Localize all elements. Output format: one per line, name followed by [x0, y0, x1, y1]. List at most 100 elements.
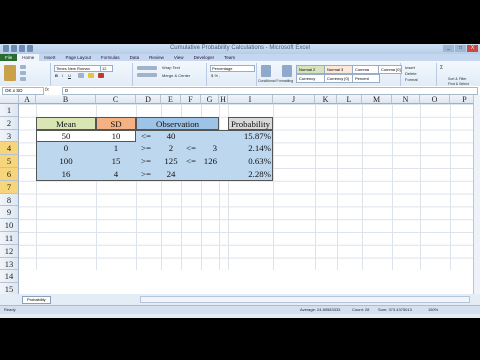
align-top-icon[interactable]: [137, 66, 157, 70]
row-header-2[interactable]: 2: [0, 116, 19, 130]
format-as-table-icon[interactable]: [282, 65, 292, 77]
row-header-8[interactable]: 8: [0, 193, 19, 207]
row-header-9[interactable]: 9: [0, 206, 19, 220]
tab-page-layout[interactable]: Page Layout: [61, 54, 96, 61]
row-header-11[interactable]: 11: [0, 232, 19, 245]
bold-button[interactable]: B: [55, 73, 58, 78]
select-all-corner[interactable]: [0, 95, 19, 104]
format-cells-button[interactable]: Format: [405, 77, 418, 82]
sd-header-cell[interactable]: SD: [96, 116, 136, 130]
operator-cell[interactable]: >=: [141, 168, 161, 181]
formula-input[interactable]: D: [62, 87, 478, 95]
row-header-13[interactable]: 13: [0, 257, 19, 271]
operator-cell[interactable]: <=: [141, 130, 161, 143]
column-header-k[interactable]: K: [315, 95, 337, 104]
column-header-f[interactable]: F: [181, 95, 201, 104]
sd-cell[interactable]: 4: [96, 168, 136, 181]
column-header-d[interactable]: D: [136, 95, 161, 104]
sort-filter-button[interactable]: Sort & Filter: [448, 77, 466, 81]
font-size-select[interactable]: 12: [100, 65, 113, 72]
observation-value-cell[interactable]: 3: [201, 142, 217, 155]
observation-value-cell[interactable]: 24: [161, 168, 181, 181]
format-painter-icon[interactable]: [20, 77, 26, 81]
row-header-6[interactable]: 6: [0, 168, 19, 181]
wrap-text-button[interactable]: Wrap Text: [162, 65, 180, 70]
insert-cells-button[interactable]: Insert: [405, 65, 415, 70]
tab-home[interactable]: Home: [17, 54, 40, 61]
fill-color-icon[interactable]: [88, 73, 94, 78]
style-normal-3[interactable]: Normal 3: [324, 65, 354, 74]
observation-value-cell[interactable]: 125: [161, 155, 181, 168]
mean-cell[interactable]: 0: [36, 142, 96, 155]
row-header-1[interactable]: 1: [0, 104, 19, 117]
column-header-h[interactable]: H: [219, 95, 228, 104]
column-header-n[interactable]: N: [392, 95, 420, 104]
row-header-12[interactable]: 12: [0, 244, 19, 258]
tab-developer[interactable]: Developer: [189, 54, 220, 61]
row-header-7[interactable]: 7: [0, 180, 19, 194]
style-normal-2[interactable]: Normal 2: [296, 65, 326, 74]
fx-icon[interactable]: fx: [45, 87, 49, 94]
font-color-icon[interactable]: [98, 73, 104, 78]
borders-icon[interactable]: [78, 73, 84, 78]
column-header-a[interactable]: A: [19, 95, 36, 104]
operator-cell[interactable]: <=: [181, 155, 201, 168]
tab-review[interactable]: Review: [144, 54, 169, 61]
align-center-icon[interactable]: [137, 73, 157, 77]
probability-cell[interactable]: 2.14%: [228, 142, 271, 155]
column-header-c[interactable]: C: [96, 95, 136, 104]
style-comma-0[interactable]: Comma [0]: [378, 65, 402, 74]
column-header-m[interactable]: M: [362, 95, 392, 104]
mean-header-cell[interactable]: Mean: [36, 116, 96, 130]
vertical-scrollbar[interactable]: [473, 95, 480, 294]
autosum-icon[interactable]: Σ: [440, 65, 443, 71]
delete-cells-button[interactable]: Delete: [405, 71, 417, 76]
italic-button[interactable]: I: [62, 73, 63, 78]
style-currency-0[interactable]: Currency [0]: [324, 74, 354, 83]
column-header-o[interactable]: O: [420, 95, 450, 104]
tab-insert[interactable]: Insert: [39, 54, 60, 61]
tab-data[interactable]: Data: [125, 54, 145, 61]
percent-style-button[interactable]: $ % ,: [211, 73, 220, 78]
sd-cell[interactable]: 10: [96, 130, 136, 143]
operator-cell[interactable]: >=: [141, 142, 161, 155]
column-header-l[interactable]: L: [337, 95, 362, 104]
column-header-e[interactable]: E: [161, 95, 181, 104]
number-format-select[interactable]: Percentage: [210, 65, 255, 72]
conditional-formatting-icon[interactable]: [261, 65, 271, 77]
observation-value-cell[interactable]: 126: [201, 155, 217, 168]
probability-header-cell[interactable]: Probability: [228, 116, 273, 130]
probability-cell[interactable]: 0.63%: [228, 155, 271, 168]
row-header-4[interactable]: 4: [0, 142, 19, 156]
probability-cell[interactable]: 2.28%: [228, 168, 271, 181]
style-percent[interactable]: Percent: [352, 74, 380, 83]
horizontal-scrollbar[interactable]: [140, 296, 470, 303]
merge-center-button[interactable]: Merge & Center: [162, 73, 190, 78]
mean-cell[interactable]: 100: [36, 155, 96, 168]
observation-value-cell[interactable]: 2: [161, 142, 181, 155]
style-currency[interactable]: Currency: [296, 74, 326, 83]
row-header-5[interactable]: 5: [0, 155, 19, 168]
column-header-i[interactable]: I: [228, 95, 273, 104]
underline-button[interactable]: U: [68, 73, 71, 78]
tab-file[interactable]: File: [0, 54, 18, 61]
row-header-10[interactable]: 10: [0, 219, 19, 232]
minimize-button[interactable]: _: [443, 45, 454, 52]
tab-view[interactable]: View: [169, 54, 189, 61]
row-header-14[interactable]: 14: [0, 270, 19, 284]
mean-cell[interactable]: 16: [36, 168, 96, 181]
mean-cell[interactable]: 50: [36, 130, 96, 143]
copy-icon[interactable]: [20, 71, 26, 75]
observation-header-cell[interactable]: Observation: [136, 116, 219, 130]
observation-value-cell[interactable]: 40: [161, 130, 181, 143]
maximize-button[interactable]: □: [455, 45, 466, 52]
tab-team[interactable]: Team: [219, 54, 240, 61]
close-button[interactable]: X: [467, 45, 478, 52]
style-comma[interactable]: Comma: [352, 65, 380, 74]
column-header-b[interactable]: B: [36, 95, 96, 104]
operator-cell[interactable]: <=: [181, 142, 201, 155]
tab-formulas[interactable]: Formulas: [96, 54, 125, 61]
zoom-level[interactable]: 150%: [428, 306, 438, 314]
name-box[interactable]: OK x SD: [2, 87, 44, 95]
probability-cell[interactable]: 15.87%: [228, 130, 271, 143]
